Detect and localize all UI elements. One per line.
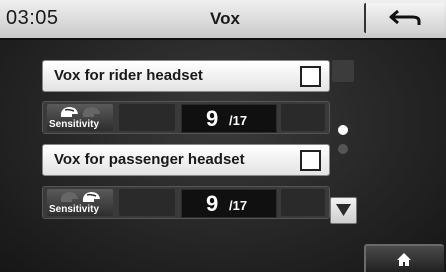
scroll-down-icon — [336, 204, 351, 216]
vox-passenger-label: Vox for passenger headset — [54, 151, 245, 168]
home-icon — [397, 253, 411, 266]
clock-time: 03:05 — [6, 7, 59, 29]
sensitivity-label: Sensitivity — [49, 119, 100, 130]
page-indicator-active — [338, 125, 348, 135]
increase-area — [281, 104, 325, 131]
header-bar: 03:05 Vox — [0, 0, 446, 40]
scroll-down-button[interactable] — [330, 197, 357, 224]
rider-helmet-icon — [60, 192, 78, 202]
passenger-sensitivity-button[interactable]: Sensitivity — [47, 189, 113, 216]
vox-passenger-checkbox[interactable] — [300, 150, 321, 171]
page-title: Vox — [210, 9, 240, 28]
back-arrow-icon — [389, 9, 421, 25]
passenger-sensitivity-value: 9 /17 — [181, 189, 277, 218]
decrease-area — [119, 104, 175, 131]
sensitivity-label: Sensitivity — [49, 204, 100, 215]
vox-passenger-toggle-row[interactable]: Vox for passenger headset — [42, 144, 330, 176]
vox-rider-label: Vox for rider headset — [54, 67, 203, 84]
back-button[interactable] — [364, 3, 444, 33]
vox-rider-toggle-row[interactable]: Vox for rider headset — [42, 60, 330, 92]
passenger-helmet-icon — [82, 107, 100, 117]
vox-settings-screen: 03:05 Vox Vox for rider headset Sensitiv… — [0, 0, 446, 272]
passenger-sensitivity-level: 9 — [206, 191, 219, 216]
rider-sensitivity-button[interactable]: Sensitivity — [47, 104, 113, 131]
page-indicator-inactive — [338, 144, 348, 154]
increase-area — [281, 189, 325, 216]
passenger-sensitivity-row: Sensitivity 9 /17 — [42, 186, 330, 219]
rider-sensitivity-level: 9 — [206, 106, 219, 131]
scroll-up-button[interactable] — [332, 60, 354, 82]
rider-helmet-icon — [60, 107, 78, 117]
vox-rider-checkbox[interactable] — [300, 66, 321, 87]
decrease-area — [119, 189, 175, 216]
rider-sensitivity-value: 9 /17 — [181, 104, 277, 133]
rider-sensitivity-row: Sensitivity 9 /17 — [42, 101, 330, 134]
passenger-helmet-icon — [82, 192, 100, 202]
rider-sensitivity-max: /17 — [229, 113, 248, 128]
home-button[interactable] — [364, 244, 444, 272]
passenger-sensitivity-max: /17 — [229, 198, 248, 213]
